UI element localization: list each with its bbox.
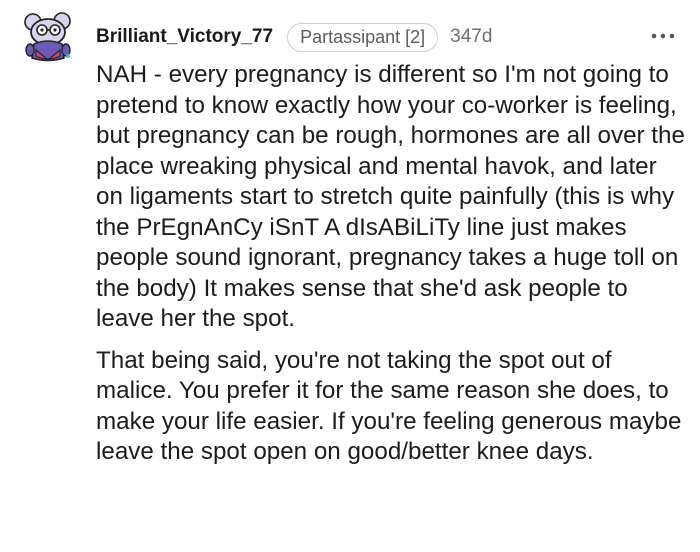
username-link[interactable]: Brilliant_Victory_77 bbox=[96, 26, 273, 48]
comment-paragraph-2: That being said, you're not taking the s… bbox=[96, 346, 682, 466]
user-flair-badge: Partassipant [2] bbox=[287, 22, 439, 52]
comment-header: Brilliant_Victory_77 Partassipant [2] 34… bbox=[96, 20, 492, 54]
snoo-avatar-icon[interactable] bbox=[22, 10, 74, 64]
comment-body: NAH - every pregnancy is different so I'… bbox=[96, 60, 686, 468]
more-horizontal-icon bbox=[651, 33, 675, 39]
comment-paragraph-1: NAH - every pregnancy is different so I'… bbox=[96, 61, 685, 332]
more-options-button[interactable] bbox=[650, 23, 676, 49]
comment-timestamp[interactable]: 347d bbox=[450, 26, 492, 48]
comment: Brilliant_Victory_77 Partassipant [2] 34… bbox=[0, 0, 700, 552]
